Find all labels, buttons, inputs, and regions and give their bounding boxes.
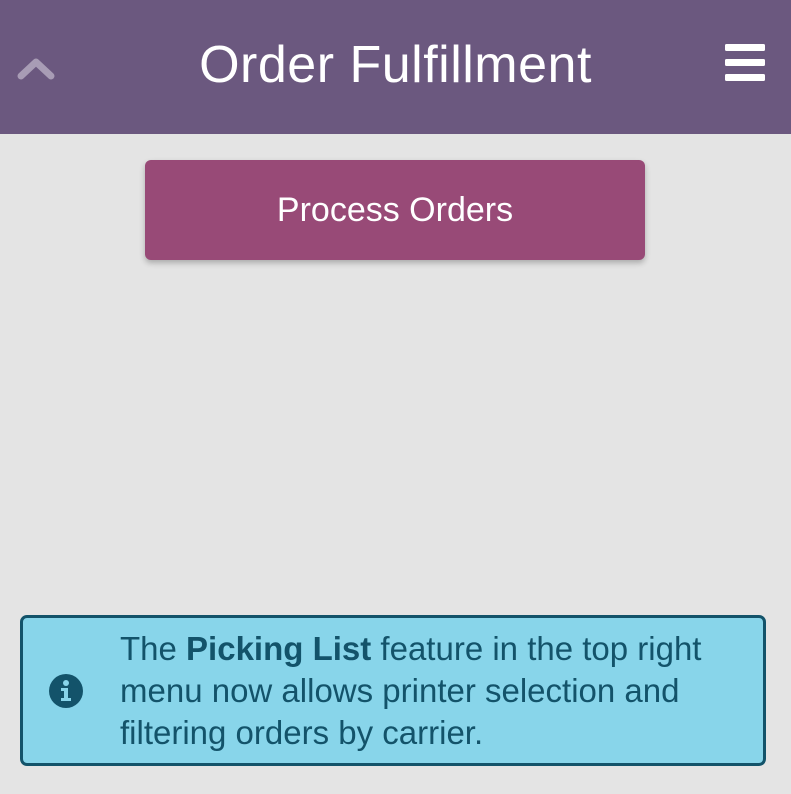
alert-message: The Picking List feature in the top righ… [120,628,750,754]
info-alert: The Picking List feature in the top righ… [20,615,766,766]
alert-feature-name: Picking List [186,630,372,667]
page-title: Order Fulfillment [199,36,592,94]
process-orders-button[interactable]: Process Orders [145,160,645,260]
alert-text-start: The [120,630,187,667]
info-circle-icon [48,673,84,709]
menu-button[interactable] [722,42,768,84]
hamburger-menu-icon [722,42,768,84]
app-window: Order Fulfillment Process Orders The Pic… [0,0,791,794]
app-header: Order Fulfillment [0,0,791,134]
